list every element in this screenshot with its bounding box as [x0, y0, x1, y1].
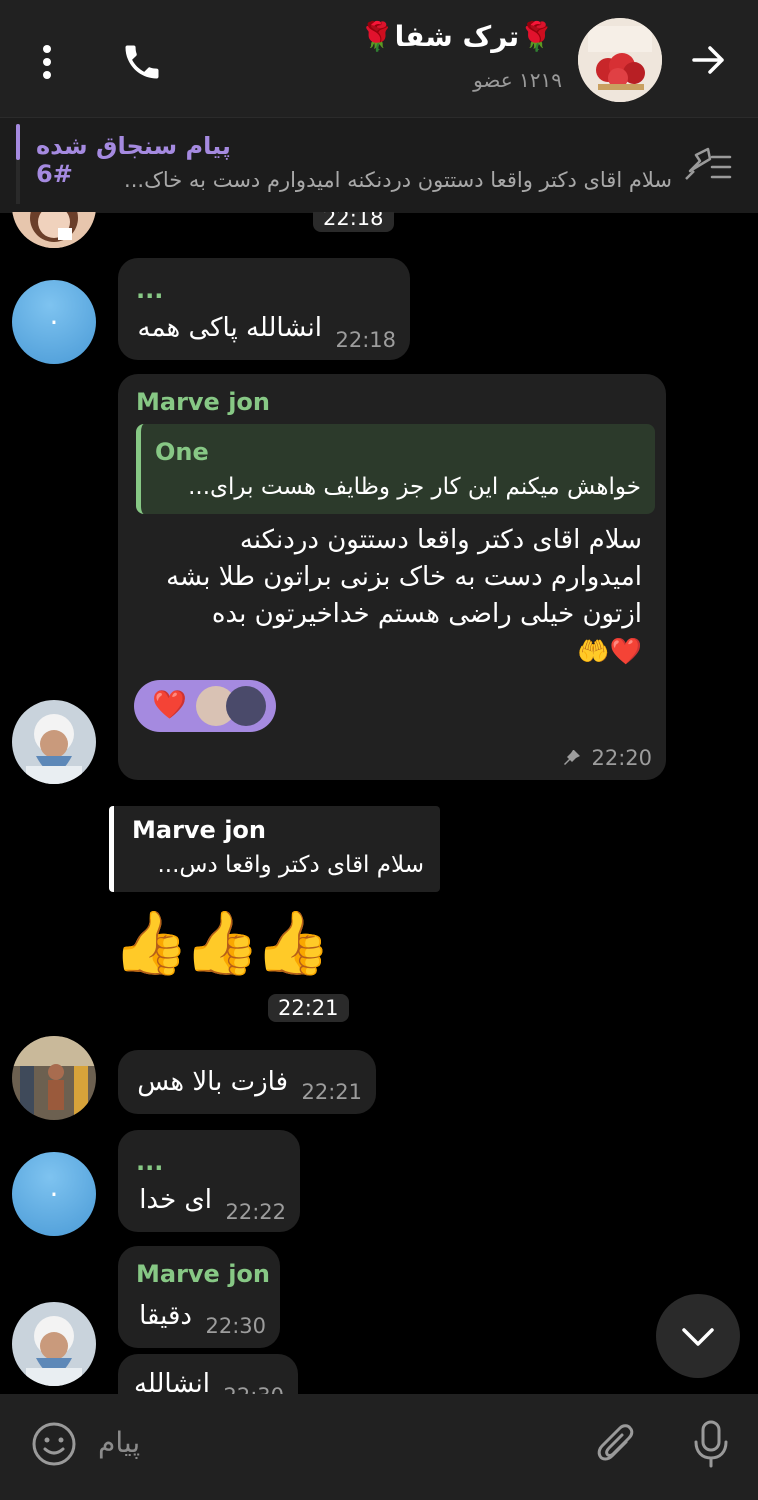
message-time: 22:21 [268, 994, 349, 1022]
sender-name[interactable]: Marve jon [136, 1260, 270, 1288]
message-time: 22:22 [225, 1200, 286, 1224]
paperclip-icon[interactable] [592, 1420, 640, 1468]
message-text-line: ❤️🤲 [577, 637, 642, 667]
avatar-image [12, 212, 96, 248]
group-avatar-image [578, 18, 662, 102]
pinned-indicator [16, 124, 20, 204]
message-time: 22:18 [335, 328, 396, 352]
pinned-text: سلام اقای دکتر واقعا دستتون دردنکنه امید… [124, 168, 672, 192]
member-count: ۱۲۱۹ عضو [473, 68, 562, 92]
reply-preview[interactable]: One خواهش میکنم این کار جز وظایف هست برا… [136, 424, 655, 514]
avatar-image [12, 700, 96, 784]
message-list[interactable]: 22:18 ... انشالله پاکی همه 22:18 Marve j… [0, 212, 758, 1394]
message-bubble[interactable]: Marve jon دقیقا 22:30 [118, 1246, 280, 1348]
reaction-chip[interactable]: ❤️ [134, 680, 276, 732]
sender-avatar[interactable] [12, 1152, 96, 1236]
more-options-icon[interactable] [36, 40, 58, 84]
sender-name[interactable]: ... [136, 1148, 163, 1176]
sender-avatar[interactable] [12, 280, 96, 364]
message-time: 22:20 [591, 746, 652, 770]
sender-avatar[interactable] [12, 700, 96, 784]
message-text-line: امیدوارم دست به خاک بزنی براتون طلا بشه [166, 562, 642, 592]
scroll-to-bottom-button[interactable] [656, 1294, 740, 1378]
reply-preview[interactable]: Marve jon سلام اقای دکتر واقعا دس... [109, 806, 440, 892]
sender-name[interactable]: Marve jon [136, 388, 270, 416]
message-input[interactable]: پیام [98, 1426, 140, 1459]
sender-avatar[interactable] [12, 1036, 96, 1120]
sender-avatar[interactable] [12, 1302, 96, 1386]
reply-text: خواهش میکنم این کار جز وظایف هست برای... [188, 474, 641, 500]
sender-avatar[interactable] [12, 212, 96, 248]
emoji-icon[interactable] [30, 1420, 78, 1468]
message-text-line: سلام اقای دکتر واقعا دستتون دردنکنه [239, 525, 642, 555]
message-text: انشالله پاکی همه [137, 313, 322, 343]
group-title[interactable]: 🌹ترک شفا🌹 [360, 20, 554, 53]
pinned-list-icon[interactable] [682, 145, 734, 185]
pinned-icon [564, 750, 580, 765]
message-time: 22:18 [313, 212, 394, 232]
message-text: انشالله [133, 1369, 210, 1394]
sender-name[interactable]: ... [136, 276, 163, 304]
message-bubble[interactable]: انشالله 22:30 [118, 1354, 298, 1394]
reaction-emoji: ❤️ [152, 688, 187, 721]
message-time: 22:30 [223, 1384, 284, 1394]
message-bubble[interactable]: فازت بالا هس 22:21 [118, 1050, 376, 1114]
reply-text: سلام اقای دکتر واقعا دس... [157, 852, 424, 878]
message-bubble[interactable]: Marve jon One خواهش میکنم این کار جز وظا… [118, 374, 666, 780]
message-text-line: ازتون خیلی راضی هستم خداخیرتون بده [211, 599, 642, 629]
avatar-image [12, 1302, 96, 1386]
message-time: 22:21 [301, 1080, 362, 1104]
reply-sender: One [155, 438, 209, 466]
back-arrow-icon[interactable] [688, 40, 728, 80]
reply-sender: Marve jon [132, 816, 266, 844]
phone-call-icon[interactable] [120, 40, 164, 84]
avatar-image [12, 1036, 96, 1120]
message-bubble[interactable]: ... انشالله پاکی همه 22:18 [118, 258, 410, 360]
message-text: فازت بالا هس [137, 1067, 288, 1097]
chevron-down-icon [682, 1328, 714, 1346]
group-avatar[interactable] [578, 18, 662, 102]
message-time: 22:30 [205, 1314, 266, 1338]
message-text: دقیقا [139, 1301, 192, 1331]
reactor-avatar [226, 686, 266, 726]
message-text: ای خدا [139, 1185, 212, 1215]
emoji-message[interactable]: 👍👍👍 [112, 906, 332, 980]
microphone-icon[interactable] [690, 1418, 732, 1470]
message-bubble[interactable]: ... ای خدا 22:22 [118, 1130, 300, 1232]
